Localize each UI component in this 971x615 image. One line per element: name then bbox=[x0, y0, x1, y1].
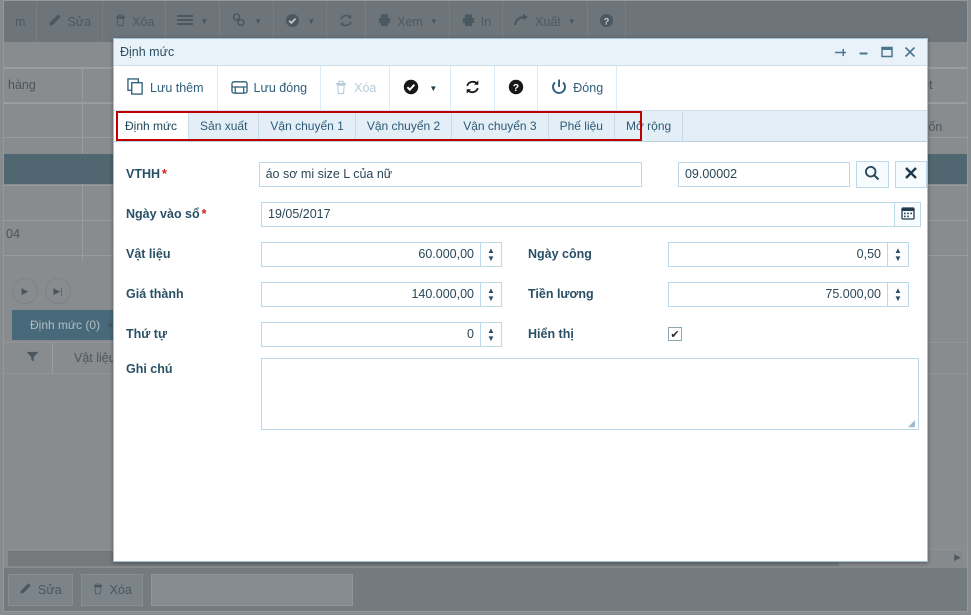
ngay-vao-so-calendar-button[interactable] bbox=[895, 201, 921, 227]
trash-icon bbox=[334, 79, 348, 98]
vthh-label: VTHH * bbox=[126, 167, 259, 181]
ngay-vao-so-value: 19/05/2017 bbox=[268, 207, 331, 221]
form-row-thu-tu: Thứ tự 0 ▲ ▼ Hiển thị ✔ bbox=[114, 314, 927, 354]
tab-van-chuyen-1[interactable]: Vận chuyển 1 bbox=[259, 111, 356, 141]
magnifier-icon bbox=[864, 165, 880, 184]
tab-dinh-muc[interactable]: Định mức bbox=[114, 111, 190, 141]
vthh-clear-button[interactable] bbox=[894, 160, 928, 188]
approve-button[interactable]: ▼ bbox=[390, 66, 452, 110]
luu-them-label: Lưu thêm bbox=[150, 81, 204, 95]
dialog-toolbar: Lưu thêm Lưu đóng Xóa ▼ ? Đóng bbox=[114, 66, 927, 111]
tab-mo-rong[interactable]: Mở rộng bbox=[614, 111, 684, 141]
vthh-name-value: áo sơ mi size L của nữ bbox=[265, 167, 393, 181]
tab-dinh-muc-label: Định mức bbox=[125, 119, 178, 133]
thu-tu-input[interactable]: 0 bbox=[261, 321, 481, 347]
refresh-button[interactable] bbox=[451, 66, 496, 110]
tab-van-chuyen-2[interactable]: Vận chuyển 2 bbox=[355, 111, 453, 141]
ngay-vao-so-input[interactable]: 19/05/2017 bbox=[261, 201, 895, 227]
window-controls bbox=[834, 46, 921, 58]
minimize-icon[interactable] bbox=[858, 47, 870, 58]
ngay-vao-so-label-text: Ngày vào sổ bbox=[126, 207, 200, 221]
check-mark-icon: ✔ bbox=[670, 328, 680, 341]
tab-van-chuyen-1-label: Vận chuyển 1 bbox=[270, 119, 344, 133]
vthh-code-value: 09.00002 bbox=[684, 167, 738, 181]
gia-thanh-label: Giá thành bbox=[126, 287, 184, 301]
power-icon bbox=[551, 79, 567, 98]
resize-handle-icon[interactable]: ◢ bbox=[908, 419, 917, 428]
dinh-muc-dialog: Định mức Lưu thêm Lưu đóng Xóa ▼ ? Đóng … bbox=[113, 38, 928, 562]
dialog-tabs: Định mức Sản xuất Vận chuyển 1 Vận chuyể… bbox=[114, 111, 927, 142]
tien-luong-stepper[interactable]: ▲ ▼ bbox=[888, 281, 909, 307]
save-close-icon bbox=[230, 79, 248, 98]
ghi-chu-textarea[interactable]: ◢ bbox=[261, 358, 919, 430]
dialog-tabs-wrap: Định mức Sản xuất Vận chuyển 1 Vận chuyể… bbox=[114, 111, 927, 142]
svg-text:?: ? bbox=[513, 82, 519, 94]
thu-tu-label: Thứ tự bbox=[126, 327, 168, 341]
tab-phe-lieu-label: Phế liệu bbox=[559, 119, 603, 133]
dong-button[interactable]: Đóng bbox=[538, 66, 618, 110]
toolbar-filler bbox=[617, 66, 927, 110]
tab-van-chuyen-3-label: Vận chuyển 3 bbox=[463, 119, 537, 133]
tien-luong-value: 75.000,00 bbox=[825, 287, 881, 301]
dong-label: Đóng bbox=[573, 81, 604, 95]
form-row-ngay-vao-so: Ngày vào sổ * 19/05/2017 bbox=[114, 194, 927, 234]
maximize-icon[interactable] bbox=[881, 46, 893, 58]
tab-san-xuat[interactable]: Sản xuất bbox=[189, 111, 260, 141]
dinh-muc-form: VTHH * áo sơ mi size L của nữ 09.00002 N… bbox=[114, 142, 928, 430]
form-row-gia-thanh: Giá thành 140.000,00 ▲ ▼ Tiền lương 75.00… bbox=[114, 274, 927, 314]
refresh-icon bbox=[464, 79, 481, 98]
tab-van-chuyen-2-label: Vận chuyển 2 bbox=[366, 119, 441, 133]
tien-luong-input[interactable]: 75.000,00 bbox=[668, 281, 888, 307]
xoa-label: Xóa bbox=[354, 81, 377, 95]
pin-icon[interactable] bbox=[834, 47, 847, 58]
vat-lieu-stepper[interactable]: ▲ ▼ bbox=[481, 241, 502, 267]
help-button[interactable]: ? bbox=[495, 66, 539, 110]
close-icon[interactable] bbox=[904, 46, 916, 58]
chevron-down-icon: ▼ bbox=[429, 83, 438, 93]
gia-thanh-input[interactable]: 140.000,00 bbox=[261, 281, 481, 307]
xoa-button: Xóa bbox=[321, 66, 391, 110]
vthh-search-button[interactable] bbox=[856, 160, 889, 188]
vat-lieu-label: Vật liệu bbox=[126, 247, 171, 261]
required-marker: * bbox=[162, 167, 167, 181]
tab-van-chuyen-3[interactable]: Vận chuyển 3 bbox=[452, 111, 549, 141]
form-row-ghi-chu: Ghi chú ◢ bbox=[114, 358, 927, 430]
form-row-vthh: VTHH * áo sơ mi size L của nữ 09.00002 bbox=[114, 154, 928, 194]
ngay-cong-input[interactable]: 0,50 bbox=[668, 241, 888, 267]
tab-phe-lieu[interactable]: Phế liệu bbox=[548, 111, 615, 141]
form-row-vat-lieu: Vật liệu 60.000,00 ▲ ▼ Ngày công 0,50 ▲ ▼ bbox=[114, 234, 927, 274]
tab-san-xuat-label: Sản xuất bbox=[200, 119, 248, 133]
required-marker: * bbox=[201, 207, 207, 221]
vthh-name-input[interactable]: áo sơ mi size L của nữ bbox=[258, 161, 642, 187]
thu-tu-value: 0 bbox=[467, 327, 474, 341]
calendar-icon bbox=[900, 206, 915, 223]
thu-tu-stepper[interactable]: ▲ ▼ bbox=[481, 321, 502, 347]
ngay-cong-label: Ngày công bbox=[528, 247, 592, 261]
copy-save-icon bbox=[127, 78, 144, 98]
check-circle-icon bbox=[403, 79, 419, 98]
hien-thi-label: Hiển thị bbox=[528, 327, 574, 341]
luu-them-button[interactable]: Lưu thêm bbox=[114, 66, 218, 110]
vat-lieu-input[interactable]: 60.000,00 bbox=[261, 241, 481, 267]
close-x-icon bbox=[904, 166, 918, 183]
tien-luong-label: Tiền lương bbox=[528, 287, 594, 301]
luu-dong-button[interactable]: Lưu đóng bbox=[218, 66, 322, 110]
luu-dong-label: Lưu đóng bbox=[253, 81, 308, 95]
vat-lieu-value: 60.000,00 bbox=[418, 247, 474, 261]
dialog-titlebar[interactable]: Định mức bbox=[114, 39, 927, 66]
ngay-cong-value: 0,50 bbox=[856, 247, 881, 261]
gia-thanh-stepper[interactable]: ▲ ▼ bbox=[481, 281, 502, 307]
vthh-label-text: VTHH bbox=[126, 167, 161, 181]
ghi-chu-label: Ghi chú bbox=[126, 362, 173, 376]
help-icon: ? bbox=[508, 79, 524, 98]
gia-thanh-value: 140.000,00 bbox=[411, 287, 474, 301]
ngay-vao-so-label: Ngày vào sổ * bbox=[126, 207, 261, 221]
vthh-code-input[interactable]: 09.00002 bbox=[677, 161, 851, 187]
tab-mo-rong-label: Mở rộng bbox=[625, 119, 672, 133]
hien-thi-checkbox[interactable]: ✔ bbox=[668, 327, 682, 341]
ngay-cong-stepper[interactable]: ▲ ▼ bbox=[888, 241, 909, 267]
dialog-title: Định mức bbox=[120, 45, 175, 59]
